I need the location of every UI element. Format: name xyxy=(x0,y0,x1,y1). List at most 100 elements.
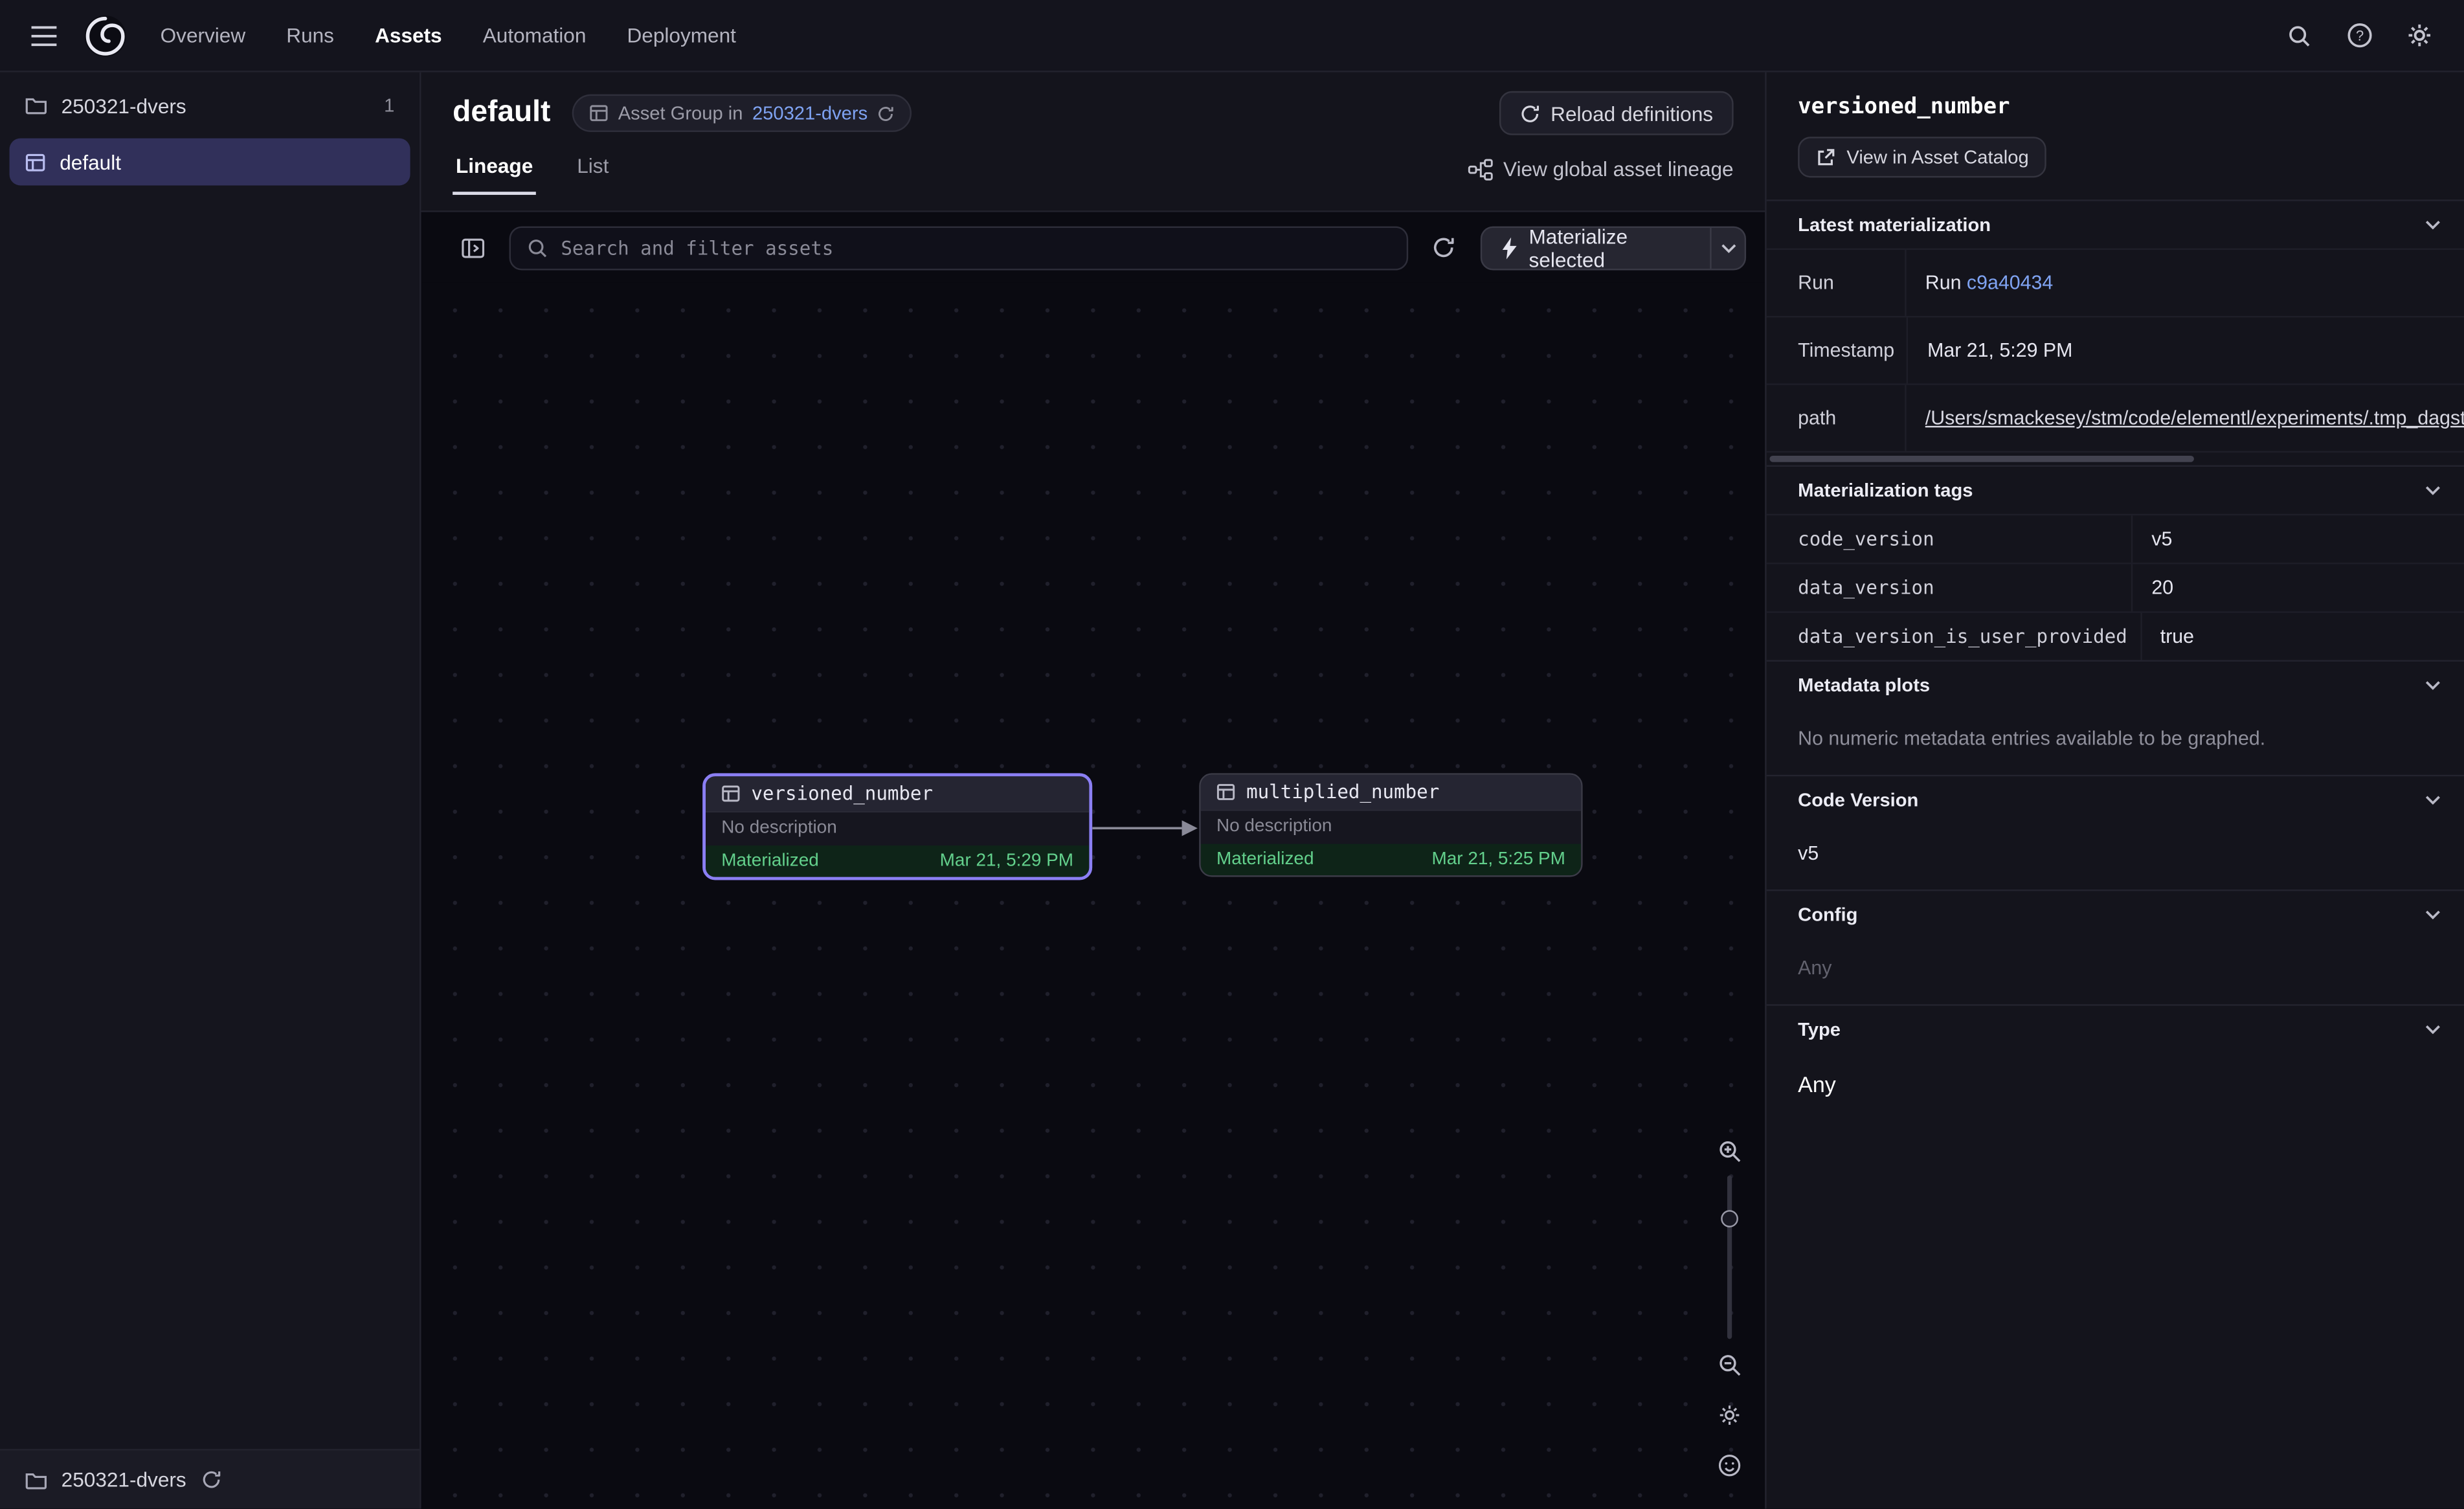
graph-settings-button[interactable] xyxy=(1710,1396,1747,1433)
hamburger-menu-button[interactable] xyxy=(19,10,69,61)
lineage-canvas[interactable]: versioned_number No description Material… xyxy=(421,283,1765,1509)
zoom-out-button[interactable] xyxy=(1710,1345,1747,1383)
nav-item-assets[interactable]: Assets xyxy=(375,23,442,47)
dagster-logo[interactable] xyxy=(78,8,132,62)
view-global-asset-lineage-link[interactable]: View global asset lineage xyxy=(1467,157,1733,195)
reload-definitions-button[interactable]: Reload definitions xyxy=(1499,91,1734,135)
asset-node-name: multiplied_number xyxy=(1246,781,1439,803)
path-row-value: /Users/smackesey/stm/code/elementl/exper… xyxy=(1907,385,2464,451)
asset-node-status: Materialized xyxy=(1216,850,1314,869)
asset-node-status-row: Materialized Mar 21, 5:25 PM xyxy=(1201,844,1581,876)
sidebar-group-250321-dvers[interactable]: 250321-dvers 1 xyxy=(10,82,410,129)
section-latest-materialization: Latest materialization Run Run c9a40434 … xyxy=(1767,199,2464,465)
refresh-icon[interactable] xyxy=(201,1470,221,1490)
sidebar-item-label: default xyxy=(60,150,121,173)
svg-text:?: ? xyxy=(2355,27,2363,43)
tabs-row: Lineage List View global asset lineage xyxy=(453,154,1733,195)
refresh-icon xyxy=(1432,236,1455,259)
horizontal-scrollbar xyxy=(1767,451,2464,465)
tag-value: true xyxy=(2142,613,2464,660)
run-id-link[interactable]: c9a40434 xyxy=(1967,272,2053,294)
hamburger-icon xyxy=(30,25,58,47)
asset-details-header: versioned_number View in Asset Catalog xyxy=(1767,73,2464,200)
nav-item-deployment[interactable]: Deployment xyxy=(627,23,735,47)
help-button[interactable]: ? xyxy=(2335,12,2382,59)
lineage-edge-arrow xyxy=(1092,816,1202,841)
help-icon: ? xyxy=(2346,22,2372,49)
asset-node-timestamp: Mar 21, 5:29 PM xyxy=(940,852,1073,871)
gear-icon xyxy=(2405,22,2432,49)
view-in-asset-catalog-label: View in Asset Catalog xyxy=(1846,146,2028,168)
sidebar-group-count: 1 xyxy=(384,95,394,117)
reload-definitions-label: Reload definitions xyxy=(1551,102,1713,125)
section-header-config[interactable]: Config xyxy=(1767,891,2464,938)
refresh-graph-button[interactable] xyxy=(1424,225,1464,269)
tag-key: data_version_is_user_provided xyxy=(1767,613,2142,660)
section-title: Type xyxy=(1798,1018,1841,1040)
section-header-latest-materialization[interactable]: Latest materialization xyxy=(1767,201,2464,249)
nav-item-overview[interactable]: Overview xyxy=(161,23,246,47)
asset-node-header: multiplied_number xyxy=(1201,775,1581,809)
sidebar-footer-code-location[interactable]: 250321-dvers xyxy=(0,1449,420,1508)
badge-code-location-link[interactable]: 250321-dvers xyxy=(752,102,868,124)
toggle-sidebar-panel-button[interactable] xyxy=(453,225,493,269)
main-content: default Asset Group in 250321-dvers Relo… xyxy=(421,73,1765,1509)
section-header-code-version[interactable]: Code Version xyxy=(1767,776,2464,823)
section-header-metadata-plots[interactable]: Metadata plots xyxy=(1767,662,2464,709)
topnav-actions: ? xyxy=(2276,12,2442,59)
asset-search-box xyxy=(509,225,1408,269)
lightning-icon xyxy=(1501,236,1518,258)
zoom-in-button[interactable] xyxy=(1710,1132,1747,1169)
zoom-controls xyxy=(1708,1132,1749,1484)
global-search-button[interactable] xyxy=(2276,12,2323,59)
config-value: Any xyxy=(1767,938,2464,1004)
asset-group-badge: Asset Group in 250321-dvers xyxy=(572,95,912,132)
tab-lineage[interactable]: Lineage xyxy=(453,154,536,195)
feedback-button[interactable] xyxy=(1710,1446,1747,1483)
path-link[interactable]: /Users/smackesey/stm/code/elementl/exper… xyxy=(1925,407,2464,429)
tag-key: data_version xyxy=(1767,564,2133,612)
refresh-icon[interactable] xyxy=(877,104,895,122)
asset-group-icon xyxy=(25,151,46,172)
metadata-plots-empty-text: No numeric metadata entries available to… xyxy=(1767,709,2464,775)
run-row-label: Run xyxy=(1767,250,1907,316)
lineage-graph-icon xyxy=(1467,158,1492,180)
timestamp-row-label: Timestamp xyxy=(1767,317,1909,383)
nav-item-runs[interactable]: Runs xyxy=(286,23,334,47)
horizontal-scrollbar-thumb[interactable] xyxy=(1769,456,2193,462)
table-icon xyxy=(721,784,740,803)
tab-list[interactable]: List xyxy=(574,154,612,195)
global-lineage-label: View global asset lineage xyxy=(1503,157,1734,181)
section-header-type[interactable]: Type xyxy=(1767,1006,2464,1053)
materialize-selected-button[interactable]: Materialize selected xyxy=(1482,227,1710,268)
nav-item-automation[interactable]: Automation xyxy=(483,23,587,47)
zoom-out-icon xyxy=(1717,1352,1740,1376)
timestamp-row-value: Mar 21, 5:29 PM xyxy=(1909,317,2464,383)
tag-row: code_version v5 xyxy=(1767,514,2464,563)
asset-node-versioned_number[interactable]: versioned_number No description Material… xyxy=(702,773,1092,880)
materialize-selected-label: Materialize selected xyxy=(1529,225,1692,269)
settings-button[interactable] xyxy=(2395,12,2443,59)
tag-value: v5 xyxy=(2133,515,2464,563)
reload-icon xyxy=(1519,103,1540,124)
zoom-slider xyxy=(1710,1176,1747,1339)
view-in-asset-catalog-button[interactable]: View in Asset Catalog xyxy=(1798,137,2046,177)
sidebar-item-default[interactable]: default xyxy=(10,139,410,186)
zoom-in-icon xyxy=(1717,1139,1740,1162)
sidebar-group-label: 250321-dvers xyxy=(62,93,186,117)
asset-node-multiplied_number[interactable]: multiplied_number No description Materia… xyxy=(1199,773,1582,877)
section-title: Metadata plots xyxy=(1798,674,1930,696)
asset-details-panel: versioned_number View in Asset Catalog L… xyxy=(1765,73,2464,1509)
zoom-slider-track[interactable] xyxy=(1727,1176,1731,1339)
section-metadata-plots: Metadata plots No numeric metadata entri… xyxy=(1767,660,2464,775)
search-input[interactable] xyxy=(561,236,1391,258)
asset-node-description: No description xyxy=(706,811,1089,845)
materialize-dropdown-caret[interactable] xyxy=(1710,227,1744,268)
materialization-timestamp-row: Timestamp Mar 21, 5:29 PM xyxy=(1767,316,2464,383)
asset-node-status: Materialized xyxy=(721,852,819,871)
materialization-path-row: path /Users/smackesey/stm/code/elementl/… xyxy=(1767,383,2464,451)
zoom-slider-handle[interactable] xyxy=(1720,1210,1738,1227)
title-row: default Asset Group in 250321-dvers Relo… xyxy=(453,91,1733,135)
tag-key: code_version xyxy=(1767,515,2133,563)
section-header-materialization-tags[interactable]: Materialization tags xyxy=(1767,467,2464,514)
